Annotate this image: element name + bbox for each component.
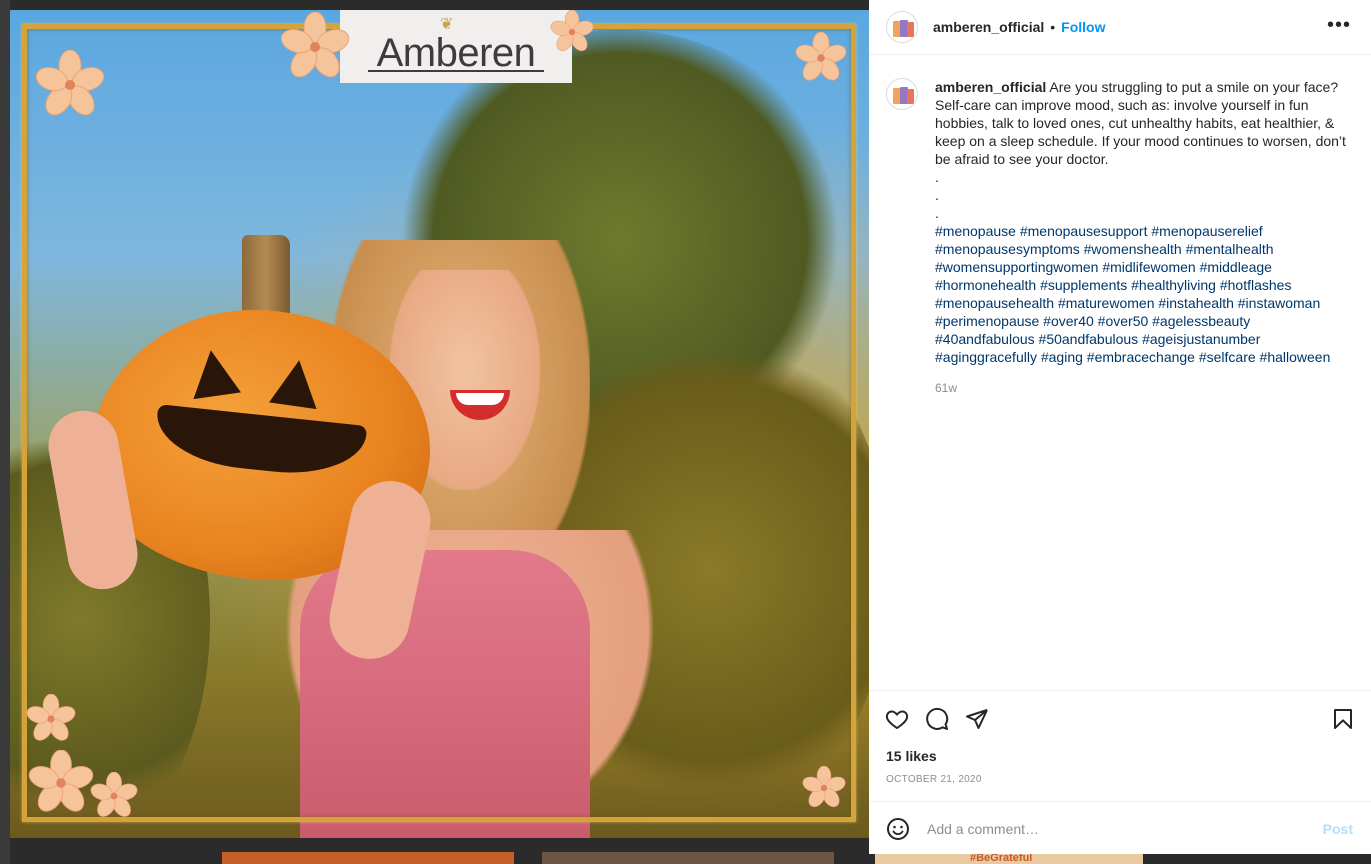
comment-bar: Post	[869, 801, 1371, 855]
flower-icon	[280, 12, 350, 78]
more-options-icon[interactable]: •••	[1327, 14, 1351, 37]
post-age[interactable]: 61w	[935, 379, 1350, 397]
flower-icon	[90, 772, 138, 817]
avatar[interactable]	[886, 78, 918, 110]
post-comment-button[interactable]: Post	[1323, 821, 1353, 837]
background-left	[0, 0, 10, 864]
bookmark-icon[interactable]	[1331, 707, 1355, 731]
username-link[interactable]: amberen_official	[933, 19, 1044, 35]
heart-icon[interactable]	[885, 707, 909, 731]
post-details-panel: amberen_official • Follow ••• amberen_of…	[869, 0, 1371, 854]
follow-button[interactable]: Follow	[1061, 19, 1105, 35]
actions-bar: 15 likes OCTOBER 21, 2020	[869, 690, 1371, 785]
caption: amberen_official Are you struggling to p…	[886, 78, 1356, 397]
caption-hashtags[interactable]: #menopause #menopausesupport #menopauser…	[935, 223, 1330, 365]
avatar[interactable]	[886, 11, 918, 43]
caption-username[interactable]: amberen_official	[935, 79, 1046, 95]
comment-icon[interactable]	[925, 707, 949, 731]
post-date[interactable]: OCTOBER 21, 2020	[886, 774, 982, 785]
comment-input[interactable]	[925, 819, 1299, 838]
caption-body: amberen_official Are you struggling to p…	[935, 78, 1350, 397]
flower-icon	[35, 50, 105, 116]
share-icon[interactable]	[965, 707, 989, 731]
caption-text: Are you struggling to put a smile on you…	[935, 79, 1346, 221]
brand-logo: ❦ Amberen	[340, 10, 572, 83]
flower-icon	[802, 766, 846, 808]
post-image[interactable]: ❦ Amberen	[10, 10, 869, 838]
butterfly-icon: ❦	[440, 16, 454, 33]
separator-dot: •	[1050, 19, 1056, 35]
flower-icon	[26, 694, 76, 741]
logo-underline	[368, 70, 544, 72]
background-tile	[542, 852, 834, 864]
post-header: amberen_official • Follow •••	[869, 0, 1371, 55]
emoji-icon[interactable]	[886, 817, 910, 841]
flower-icon	[550, 10, 594, 52]
gold-frame	[22, 24, 856, 822]
flower-icon	[28, 750, 94, 812]
flower-icon	[795, 32, 847, 81]
likes-count[interactable]: 15 likes	[886, 748, 937, 764]
background-tile	[222, 852, 514, 864]
